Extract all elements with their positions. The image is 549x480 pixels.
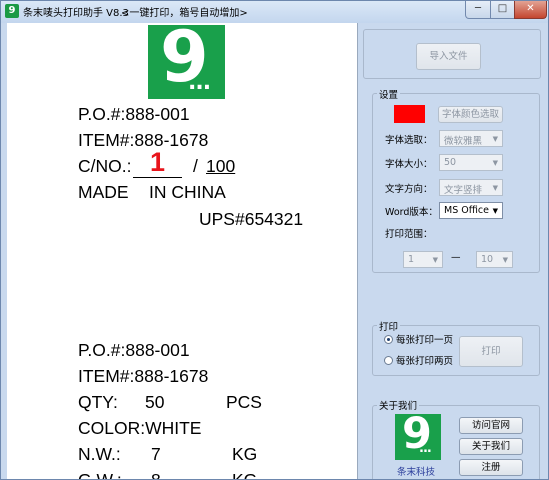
chevron-down-icon: ▼ [492,184,498,192]
font-color-swatch [394,105,425,123]
range-to-combo[interactable]: 10 ▼ [476,251,513,268]
title-bar[interactable]: 9 条末唛头打印助手 V8.3 <一键打印，箱号自动增加> ─ □ ✕ [1,1,548,23]
logo-dots-glyph: ... [188,70,211,95]
label2-gw-label: G.W.: [78,470,122,480]
label2-nw-unit: KG [232,444,258,464]
font-color-button[interactable]: 字体颜色选取 [438,106,503,123]
font-select-combo[interactable]: 微软雅黑 ▼ [439,130,503,147]
label2-color: COLOR:WHITE [78,418,202,438]
label2-qty-value: 50 [145,392,165,412]
window-title: 条末唛头打印助手 V8.3 [23,8,129,19]
window-subtitle: <一键打印，箱号自动增加> [121,8,248,19]
label1-cno-label: C/NO.: [78,156,132,176]
word-version-label: Word版本： [385,207,438,218]
maximize-icon: □ [497,3,508,14]
label2-qty-unit: PCS [226,392,262,412]
range-from-value: 1 [408,254,415,265]
label1-po: P.O.#:888-001 [78,104,190,124]
register-button[interactable]: 注册 [459,459,523,476]
print-two-pages-label[interactable]: 每张打印两页 [396,353,453,367]
label1-cno-slash: / [193,156,198,176]
print-range-label: 打印范围： [385,229,433,240]
label2-nw-label: N.W.: [78,444,121,464]
word-version-combo[interactable]: MS Office ▼ [439,202,503,219]
label1-cno-number: 1 [150,147,166,177]
label1-cno-total: 100 [206,156,236,176]
chevron-down-icon: ▼ [492,135,498,143]
app-window: 9 条末唛头打印助手 V8.3 <一键打印，箱号自动增加> ─ □ ✕ 9 ..… [0,0,549,480]
print-two-pages-radio[interactable] [384,356,393,365]
label1-made: MADE [78,182,129,202]
cno-number-underline [133,177,182,178]
font-size-combo[interactable]: 50 ▼ [439,154,503,171]
label2-nw-value: 7 [151,444,161,464]
label-logo: 9 ... [148,25,225,99]
print-one-page-label[interactable]: 每张打印一页 [396,332,453,346]
settings-title: 设置 [377,87,401,101]
about-logo-dots-glyph: ... [419,441,432,456]
import-file-button[interactable]: 导入文件 [416,43,481,70]
font-size-label: 字体大小： [385,159,433,170]
label2-gw-unit: KG [232,470,258,480]
direction-value: 文字竖排 [444,185,483,196]
range-to-value: 10 [481,254,494,265]
direction-combo[interactable]: 文字竖排 ▼ [439,179,503,196]
print-button[interactable]: 打印 [459,336,523,367]
label2-gw-value: 8 [151,470,161,480]
maximize-button[interactable]: □ [490,1,515,19]
font-size-value: 50 [444,157,457,168]
close-button[interactable]: ✕ [514,1,547,19]
label2-item: ITEM#:888-1678 [78,366,209,386]
close-icon: ✕ [526,3,535,14]
print-title: 打印 [377,319,401,333]
print-one-page-radio[interactable] [384,335,393,344]
label2-po: P.O.#:888-001 [78,340,190,360]
company-name: 条末科技 [397,467,436,478]
font-select-value: 微软雅黑 [444,136,483,147]
word-version-value: MS Office [444,205,489,216]
label1-item: ITEM#:888-1678 [78,130,209,150]
about-title: 关于我们 [377,398,420,412]
label2-qty-label: QTY: [78,392,118,412]
range-from-combo[interactable]: 1 ▼ [403,251,443,268]
range-dash: — [451,252,461,263]
label-preview: 9 ... P.O.#:888-001 ITEM#:888-1678 C/NO.… [7,23,358,480]
minimize-button[interactable]: ─ [465,1,491,19]
app-logo-icon: 9 [5,4,19,18]
visit-website-button[interactable]: 访问官网 [459,417,523,434]
chevron-down-icon: ▼ [502,256,508,264]
about-logo: 9 ... [395,414,441,460]
label1-in-china: IN CHINA [149,182,226,202]
chevron-down-icon: ▼ [492,207,498,215]
about-us-button[interactable]: 关于我们 [459,438,523,455]
direction-label: 文字方向： [385,184,433,195]
chevron-down-icon: ▼ [432,256,438,264]
minimize-icon: ─ [474,3,482,14]
chevron-down-icon: ▼ [492,159,498,167]
font-select-label: 字体选取： [385,135,433,146]
label1-ups: UPS#654321 [199,209,304,229]
